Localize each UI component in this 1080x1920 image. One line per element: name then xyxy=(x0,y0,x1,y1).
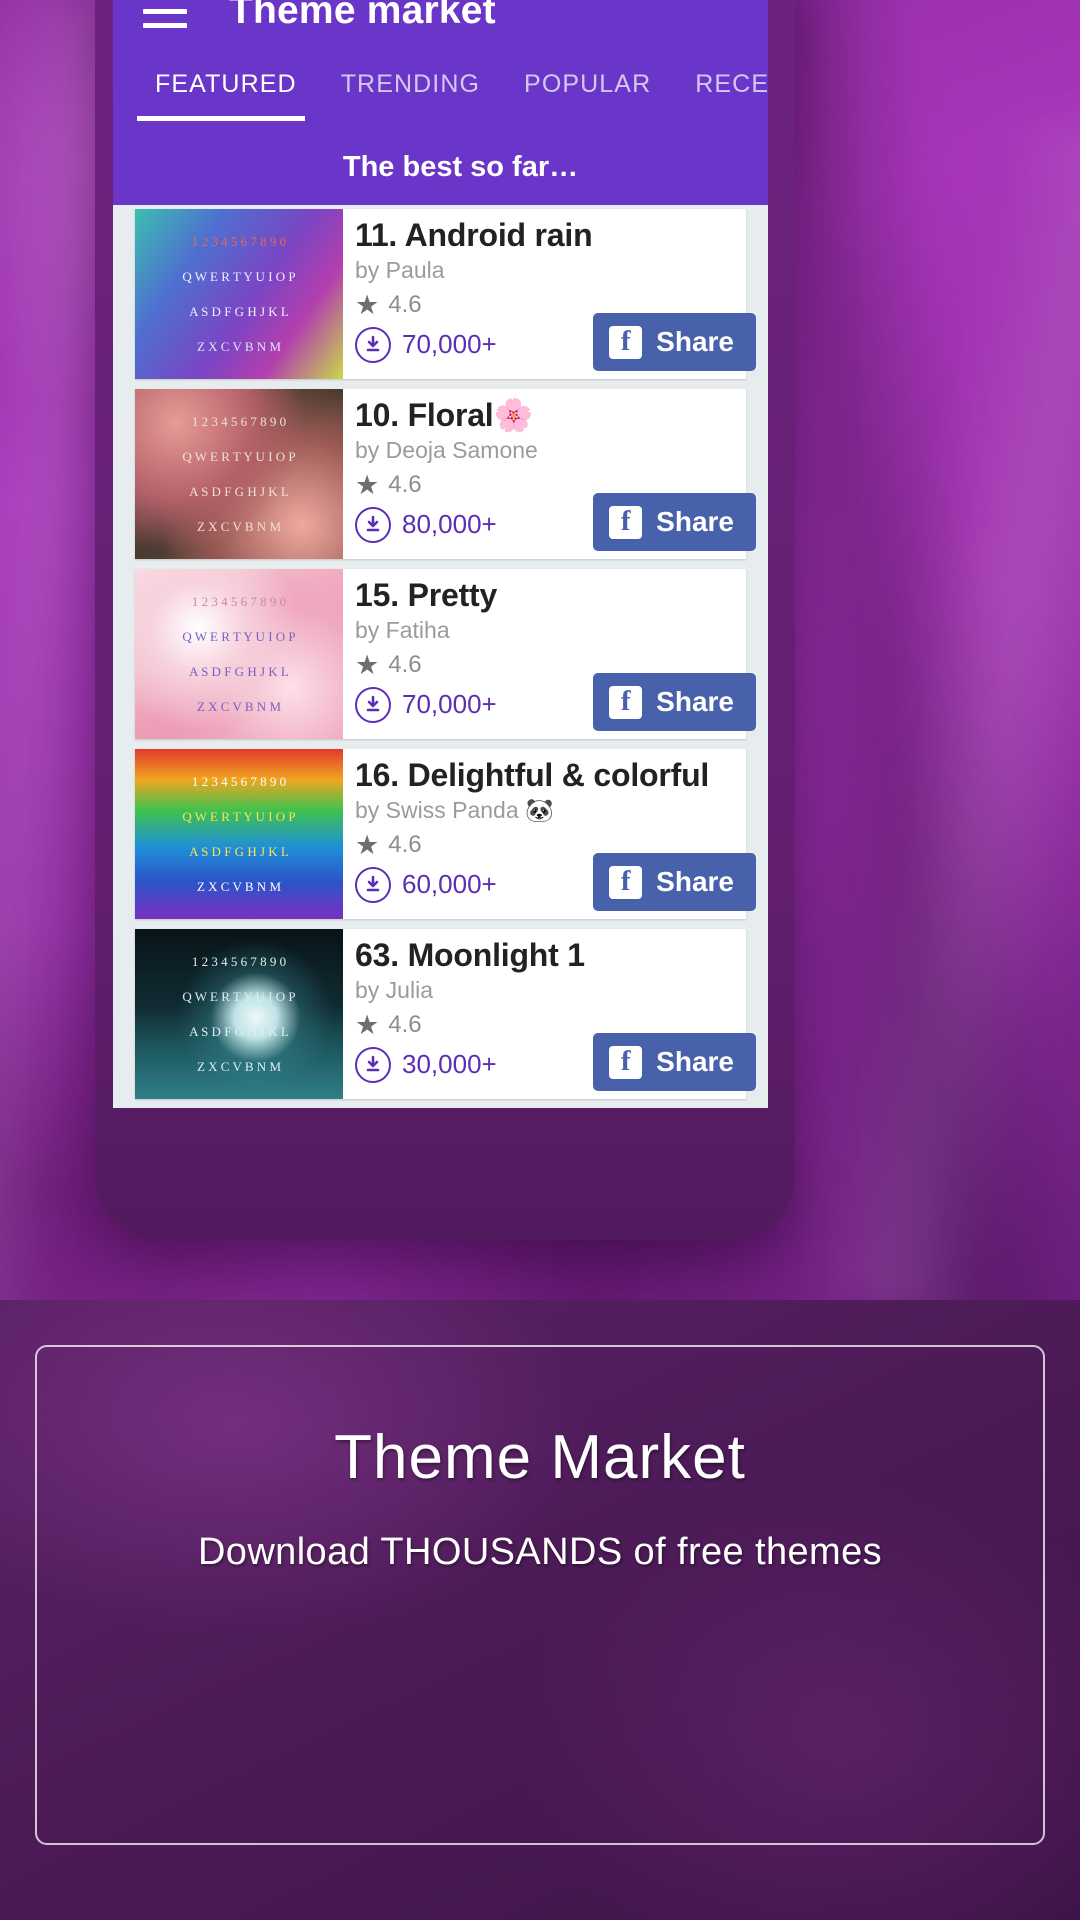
section-heading: The best so far… xyxy=(113,130,768,205)
star-icon: ★ xyxy=(355,469,380,500)
share-button-label: Share xyxy=(656,506,734,537)
star-icon: ★ xyxy=(355,1009,380,1040)
facebook-icon: f xyxy=(609,865,643,899)
star-icon: ★ xyxy=(355,649,380,680)
facebook-icon: f xyxy=(609,1045,643,1079)
download-circle-icon xyxy=(355,1046,391,1083)
download-count: 70,000+ xyxy=(402,689,497,720)
app-bar: Theme market xyxy=(113,0,768,62)
theme-title: 16. Delightful & colorful xyxy=(355,757,710,793)
tab-recent[interactable]: RECENT xyxy=(673,62,768,99)
share-button-label: Share xyxy=(656,326,734,357)
phone-device-frame: Theme market FEATURED TRENDING POPULAR R… xyxy=(95,0,795,1240)
star-icon: ★ xyxy=(355,829,380,860)
facebook-icon: f xyxy=(609,325,643,359)
theme-thumbnail: 1 2 3 4 5 6 7 8 9 0 Q W E R T Y U I O P … xyxy=(135,209,343,379)
theme-card[interactable]: 1 2 3 4 5 6 7 8 9 0 Q W E R T Y U I O P … xyxy=(135,209,756,379)
theme-author: by Deoja Samone xyxy=(355,436,538,463)
download-count: 60,000+ xyxy=(402,869,497,900)
share-button[interactable]: f Share xyxy=(593,1033,756,1091)
theme-title: 10. Floral🌸 xyxy=(355,397,534,433)
share-button[interactable]: f Share xyxy=(593,673,756,731)
section-heading-label: The best so far… xyxy=(342,151,579,183)
theme-author: by Swiss Panda 🐼 xyxy=(355,796,554,823)
promo-title: Theme Market xyxy=(334,1423,746,1492)
theme-info: 11. Android rain by Paula ★ 4.6 70,000+ xyxy=(343,209,756,379)
tab-bar: FEATURED TRENDING POPULAR RECENT xyxy=(113,62,768,130)
theme-thumbnail: 1 2 3 4 5 6 7 8 9 0 Q W E R T Y U I O P … xyxy=(135,749,343,919)
tab-featured[interactable]: FEATURED xyxy=(133,62,319,99)
page-title: Theme market xyxy=(229,0,496,32)
active-tab-indicator xyxy=(137,116,305,121)
star-icon: ★ xyxy=(355,289,380,320)
rating-value: 4.6 xyxy=(388,291,422,319)
theme-title: 15. Pretty xyxy=(355,577,498,613)
share-button[interactable]: f Share xyxy=(593,853,756,911)
promo-banner-frame: Theme Market Download THOUSANDS of free … xyxy=(35,1345,1045,1845)
download-circle-icon xyxy=(355,326,391,363)
theme-thumbnail: 1 2 3 4 5 6 7 8 9 0 Q W E R T Y U I O P … xyxy=(135,569,343,739)
tab-trending[interactable]: TRENDING xyxy=(319,62,502,99)
download-circle-icon xyxy=(355,506,391,543)
download-circle-icon xyxy=(355,686,391,723)
tab-popular[interactable]: POPULAR xyxy=(502,62,673,99)
rating-value: 4.6 xyxy=(388,1011,422,1039)
theme-author: by Paula xyxy=(355,256,445,283)
rating-value: 4.6 xyxy=(388,831,422,859)
theme-info: 15. Pretty by Fatiha ★ 4.6 70,000+ f Sha… xyxy=(343,569,756,739)
share-button-label: Share xyxy=(656,866,734,897)
theme-thumbnail: 1 2 3 4 5 6 7 8 9 0 Q W E R T Y U I O P … xyxy=(135,389,343,559)
theme-card[interactable]: 1 2 3 4 5 6 7 8 9 0 Q W E R T Y U I O P … xyxy=(135,569,756,739)
promo-subtitle: Download THOUSANDS of free themes xyxy=(197,1531,883,1573)
theme-info: 63. Moonlight 1 by Julia ★ 4.6 30,000+ f… xyxy=(343,929,756,1099)
download-count: 70,000+ xyxy=(402,329,497,360)
share-button[interactable]: f Share xyxy=(593,313,756,371)
share-button-label: Share xyxy=(656,1046,734,1077)
backdrop-fold xyxy=(797,111,1080,1329)
hamburger-menu-icon[interactable] xyxy=(143,0,187,28)
theme-card[interactable]: 1 2 3 4 5 6 7 8 9 0 Q W E R T Y U I O P … xyxy=(135,929,756,1099)
theme-list[interactable]: 1 2 3 4 5 6 7 8 9 0 Q W E R T Y U I O P … xyxy=(113,205,768,1108)
theme-author: by Fatiha xyxy=(355,616,450,643)
screen-root: Theme market FEATURED TRENDING POPULAR R… xyxy=(0,0,1080,1920)
share-button-label: Share xyxy=(656,686,734,717)
download-circle-icon xyxy=(355,866,391,903)
download-count: 30,000+ xyxy=(402,1049,497,1080)
download-count: 80,000+ xyxy=(402,509,497,540)
theme-title: 63. Moonlight 1 xyxy=(355,937,585,973)
facebook-icon: f xyxy=(609,505,643,539)
theme-thumbnail: 1 2 3 4 5 6 7 8 9 0 Q W E R T Y U I O P … xyxy=(135,929,343,1099)
theme-info: 10. Floral🌸 by Deoja Samone ★ 4.6 80,000… xyxy=(343,389,756,559)
facebook-icon: f xyxy=(609,685,643,719)
share-button[interactable]: f Share xyxy=(593,493,756,551)
theme-title: 11. Android rain xyxy=(355,217,593,253)
theme-info: 16. Delightful & colorful by Swiss Panda… xyxy=(343,749,756,919)
theme-author: by Julia xyxy=(355,976,433,1003)
promo-banner: Theme Market Download THOUSANDS of free … xyxy=(0,1300,1080,1920)
rating-value: 4.6 xyxy=(388,471,422,499)
theme-card[interactable]: 1 2 3 4 5 6 7 8 9 0 Q W E R T Y U I O P … xyxy=(135,749,756,919)
theme-card[interactable]: 1 2 3 4 5 6 7 8 9 0 Q W E R T Y U I O P … xyxy=(135,389,756,559)
phone-screen: Theme market FEATURED TRENDING POPULAR R… xyxy=(113,0,768,1108)
rating-value: 4.6 xyxy=(388,651,422,679)
